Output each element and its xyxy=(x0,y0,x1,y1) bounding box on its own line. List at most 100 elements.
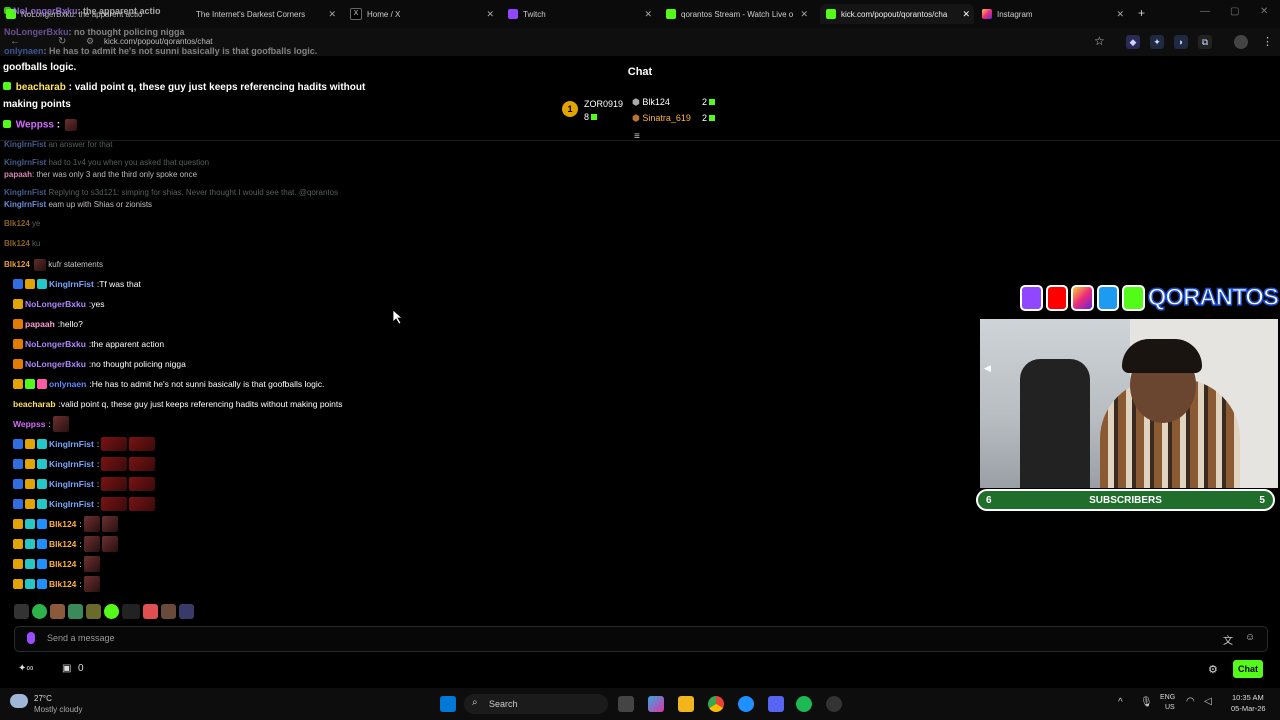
windows-start-icon[interactable] xyxy=(440,696,456,712)
app-icon[interactable] xyxy=(738,696,754,712)
chat-message[interactable]: Blk124: xyxy=(13,535,118,553)
menu-icon[interactable]: ⋮ xyxy=(1262,35,1273,48)
overlay-line: KingIrnFist Replying to s3d121: simping … xyxy=(4,188,339,197)
chat-username[interactable]: Blk124 xyxy=(49,519,76,529)
taskbar-search[interactable]: ⌕ Search xyxy=(464,694,608,714)
chat-separator: : xyxy=(96,459,100,469)
minimize-button[interactable]: — xyxy=(1200,6,1210,17)
chat-username[interactable]: onlynaen xyxy=(49,379,86,389)
close-icon[interactable]: ✕ xyxy=(644,9,652,20)
profile-avatar[interactable] xyxy=(1234,35,1248,49)
emote-button[interactable] xyxy=(68,603,83,619)
url-field[interactable]: kick.com/popout/qorantos/chat xyxy=(104,37,213,46)
close-icon[interactable]: ✕ xyxy=(486,9,494,20)
leaderboard-entry[interactable]: ⬢ Sinatra_619 xyxy=(632,113,691,124)
language-bottom[interactable]: US xyxy=(1165,704,1175,711)
file-explorer-icon[interactable] xyxy=(678,696,694,712)
close-icon[interactable]: ✕ xyxy=(800,9,808,20)
settings-gear-icon[interactable]: ⚙ xyxy=(1208,663,1218,676)
tab-x-home[interactable]: X Home / X ✕ xyxy=(350,4,494,24)
tab-darkest-corners[interactable]: The Internet's Darkest Corners ✕ xyxy=(196,4,336,24)
copilot-icon[interactable] xyxy=(648,696,664,712)
chat-username[interactable]: KingIrnFist xyxy=(49,499,94,509)
clock-time[interactable]: 10:35 AM xyxy=(1232,693,1264,702)
extension-icon[interactable]: ◗ xyxy=(1174,35,1188,49)
gift-icon[interactable]: ▣ xyxy=(62,663,71,674)
message-input[interactable]: Send a message 文 ☺ xyxy=(14,626,1268,652)
emote-button[interactable] xyxy=(104,603,119,619)
extensions-puzzle-icon[interactable]: ⧉ xyxy=(1198,35,1212,49)
close-icon[interactable]: ✕ xyxy=(328,9,336,20)
chrome-icon[interactable] xyxy=(708,696,724,712)
bookmark-star-icon[interactable]: ☆ xyxy=(1094,34,1105,48)
chat-username[interactable]: KingIrnFist xyxy=(49,279,94,289)
chat-message[interactable]: papaah: hello? xyxy=(13,315,83,333)
obs-icon[interactable] xyxy=(826,696,842,712)
chat-username[interactable]: Weppss xyxy=(13,419,45,429)
emote-button[interactable] xyxy=(86,603,101,619)
chat-username[interactable]: KingIrnFist xyxy=(49,459,94,469)
language-top[interactable]: ENG xyxy=(1160,694,1175,701)
maximize-button[interactable]: ▢ xyxy=(1230,6,1239,17)
extension-icon[interactable]: ✦ xyxy=(1150,35,1164,49)
volume-icon[interactable]: ◁ xyxy=(1204,696,1212,707)
emoji-icon[interactable]: ☺ xyxy=(1245,632,1255,643)
chat-username[interactable]: KingIrnFist xyxy=(49,479,94,489)
chat-username[interactable]: Blk124 xyxy=(49,539,76,549)
chat-message[interactable]: NoLongerBxku: the apparent action xyxy=(13,335,164,353)
emote-button[interactable] xyxy=(179,603,194,619)
chat-message[interactable]: KingIrnFist: xyxy=(13,435,156,453)
window-close-button[interactable]: ✕ xyxy=(1260,6,1268,17)
new-tab-button[interactable]: + xyxy=(1138,6,1145,20)
emote-button[interactable] xyxy=(161,603,176,619)
chat-message[interactable]: KingIrnFist: xyxy=(13,455,156,473)
translate-icon[interactable]: 文 xyxy=(1223,632,1233,647)
emote-button[interactable] xyxy=(32,603,47,619)
chat-message[interactable]: NoLongerBxku: no thought policing nigga xyxy=(13,355,186,373)
chat-username[interactable]: Blk124 xyxy=(49,559,76,569)
timeout-icon[interactable]: ✦∞ xyxy=(18,663,34,674)
microphone-tray-icon[interactable]: 🎙 xyxy=(1140,697,1153,708)
chat-message[interactable]: KingIrnFist: Tf was that xyxy=(13,275,141,293)
tab-twitch[interactable]: Twitch ✕ xyxy=(508,4,652,24)
chat-message[interactable]: NoLongerBxku: yes xyxy=(13,295,105,313)
leaderboard-entry[interactable]: ⬢ Blk124 xyxy=(632,97,670,108)
discord-icon[interactable] xyxy=(768,696,784,712)
wifi-icon[interactable]: ◠ xyxy=(1186,696,1195,707)
chat-username[interactable]: beacharab xyxy=(13,399,56,409)
tab-kick-stream[interactable]: qorantos Stream - Watch Live o ✕ xyxy=(666,4,808,24)
tab-instagram[interactable]: Instagram ✕ xyxy=(982,4,1124,24)
leaderboard-top-name[interactable]: ZOR0919 xyxy=(584,99,623,109)
chat-message[interactable]: Blk124: xyxy=(13,575,100,593)
close-icon[interactable]: ✕ xyxy=(1116,9,1124,20)
emote-button[interactable] xyxy=(122,603,140,619)
spotify-icon[interactable] xyxy=(796,696,812,712)
chat-username[interactable]: NoLongerBxku xyxy=(25,339,86,349)
close-icon[interactable]: ✕ xyxy=(962,9,970,20)
chat-username[interactable]: papaah xyxy=(25,319,55,329)
chat-message[interactable]: KingIrnFist: xyxy=(13,475,156,493)
clock-date[interactable]: 05-Mar-26 xyxy=(1231,704,1266,713)
chat-username[interactable]: NoLongerBxku xyxy=(25,359,86,369)
microphone-icon[interactable] xyxy=(27,632,35,644)
send-chat-button[interactable]: Chat xyxy=(1233,660,1263,678)
user-badge-icon xyxy=(25,499,35,509)
emote-button[interactable] xyxy=(50,603,65,619)
chat-message[interactable]: beacharab: valid point q, these guy just… xyxy=(13,395,343,413)
divider xyxy=(0,140,1280,141)
weather-icon[interactable] xyxy=(10,694,28,708)
emote-button[interactable] xyxy=(14,603,29,619)
chat-username[interactable]: Blk124 xyxy=(49,579,76,589)
tab-kick-popout[interactable]: kick.com/popout/qorantos/cha ✕ xyxy=(820,4,974,24)
chat-message[interactable]: Blk124: xyxy=(13,555,100,573)
extension-icon[interactable]: ◆ xyxy=(1126,35,1140,49)
chat-username[interactable]: KingIrnFist xyxy=(49,439,94,449)
chat-message[interactable]: KingIrnFist: xyxy=(13,495,156,513)
chat-message[interactable]: onlynaen: He has to admit he's not sunni… xyxy=(13,375,324,393)
emote-button[interactable] xyxy=(143,603,158,619)
task-view-icon[interactable] xyxy=(618,696,634,712)
chat-username[interactable]: NoLongerBxku xyxy=(25,299,86,309)
chat-message[interactable]: Weppss: xyxy=(13,415,69,433)
tray-chevron-icon[interactable]: ^ xyxy=(1118,697,1123,708)
chat-message[interactable]: Blk124: xyxy=(13,515,118,533)
